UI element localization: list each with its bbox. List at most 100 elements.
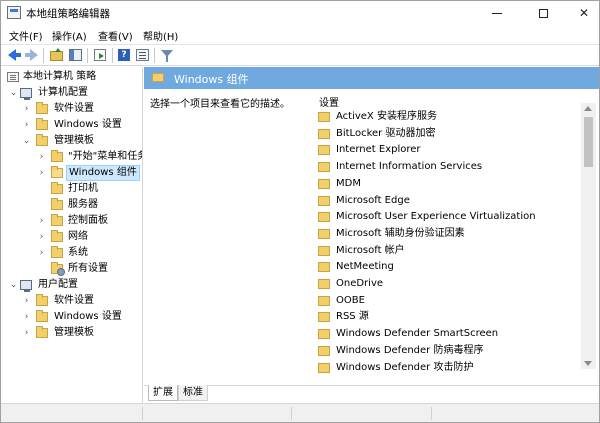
chevron-right-icon[interactable]: › (22, 293, 31, 309)
tree-item-user-config[interactable]: ⌄ 用户配置 (2, 277, 142, 293)
folder-icon (36, 326, 48, 338)
forward-button[interactable] (24, 48, 39, 62)
tab-extended[interactable]: 扩展 (148, 385, 178, 401)
chevron-right-icon[interactable]: › (22, 309, 31, 325)
scroll-down-icon[interactable] (584, 361, 592, 366)
vertical-scrollbar[interactable] (581, 103, 596, 369)
computer-icon (20, 88, 32, 100)
title-bar[interactable]: 本地组策略编辑器 ✕ (1, 1, 599, 25)
tree-item-label: Windows 组件 (66, 165, 140, 181)
show-tree-icon (69, 49, 82, 61)
tree-item-all-settings[interactable]: 所有设置 (2, 261, 142, 277)
list-item[interactable]: OneDrive (317, 276, 577, 292)
minimize-icon (492, 13, 502, 14)
tree-item-computer-config[interactable]: ⌄ 计算机配置 (2, 85, 142, 101)
forward-icon (25, 49, 38, 61)
list-item[interactable]: Internet Information Services (317, 159, 577, 175)
chevron-down-icon[interactable]: ⌄ (9, 277, 18, 293)
menu-view[interactable]: 查看(V) (98, 28, 133, 43)
folder-icon (51, 230, 63, 242)
scroll-up-icon[interactable] (584, 106, 592, 111)
chevron-right-icon[interactable]: › (22, 117, 31, 133)
help-button[interactable]: ? (117, 48, 132, 62)
show-hide-tree-button[interactable] (68, 48, 83, 62)
folder-icon (318, 128, 330, 139)
folder-icon (318, 279, 330, 289)
folder-icon (318, 228, 330, 239)
tree-item-user-software-settings[interactable]: › 软件设置 (2, 293, 142, 309)
list-item-label: Microsoft Edge (336, 194, 410, 206)
tree-item-local-policy[interactable]: 本地计算机 策略 (2, 69, 142, 85)
window-title: 本地组策略编辑器 (26, 8, 110, 20)
scrollbar-thumb[interactable] (584, 117, 593, 167)
status-divider (291, 407, 292, 420)
tree-item-label: 系统 (68, 247, 88, 258)
filter-button[interactable] (159, 48, 174, 62)
list-item[interactable]: Microsoft User Experience Virtualization (317, 209, 577, 225)
menu-bar: 文件(F) 操作(A) 查看(V) 帮助(H) (1, 26, 599, 44)
maximize-button[interactable] (523, 1, 563, 25)
list-item[interactable]: Windows Defender 防病毒程序 (317, 343, 577, 359)
export-list-button[interactable] (93, 48, 108, 62)
folder-icon (318, 178, 330, 189)
list-item[interactable]: RSS 源 (317, 309, 577, 325)
column-header-settings[interactable]: 设置 (319, 94, 339, 109)
chevron-right-icon[interactable]: › (37, 245, 46, 261)
menu-action[interactable]: 操作(A) (52, 28, 87, 43)
tree-item-windows-settings[interactable]: › Windows 设置 (2, 117, 142, 133)
chevron-right-icon[interactable]: › (22, 325, 31, 341)
tree-pane[interactable]: 本地计算机 策略 ⌄ 计算机配置 › 软件设置 › Windows 设置 ⌄ 管… (2, 67, 143, 403)
tree-item-server[interactable]: 服务器 (2, 197, 142, 213)
tree-item-user-windows-settings[interactable]: › Windows 设置 (2, 309, 142, 325)
list-item[interactable]: OOBE (317, 293, 577, 309)
tab-standard[interactable]: 标准 (178, 385, 208, 401)
tree-item-admin-templates[interactable]: ⌄ 管理模板 (2, 133, 142, 149)
list-item[interactable]: NetMeeting (317, 259, 577, 275)
list-item[interactable]: ActiveX 安装程序服务 (317, 109, 577, 125)
folder-icon (318, 329, 330, 340)
list-item[interactable]: Windows Defender 攻击防护 (317, 360, 577, 376)
list-item-label: BitLocker 驱动器加密 (336, 127, 436, 139)
list-item[interactable]: Microsoft 辅助身份验证因素 (317, 226, 577, 242)
tree-item-software-settings[interactable]: › 软件设置 (2, 101, 142, 117)
toolbar-separator (154, 48, 155, 63)
menu-help[interactable]: 帮助(H) (143, 28, 178, 43)
tree-item-windows-components[interactable]: › Windows 组件 (2, 165, 142, 181)
chevron-down-icon[interactable]: ⌄ (9, 85, 18, 101)
list-item[interactable]: MDM (317, 176, 577, 192)
properties-button[interactable] (135, 48, 150, 62)
list-item[interactable]: Microsoft 帐户 (317, 243, 577, 259)
tree-item-start-menu-taskbar[interactable]: › "开始"菜单和任务 (2, 149, 142, 165)
list-item[interactable]: Windows Defender SmartScreen (317, 326, 577, 342)
tree-item-system[interactable]: › 系统 (2, 245, 142, 261)
tree-item-label: 网络 (68, 231, 88, 242)
up-one-level-button[interactable] (49, 48, 64, 62)
list-item[interactable]: Microsoft Edge (317, 193, 577, 209)
back-button[interactable] (7, 48, 22, 62)
minimize-button[interactable] (477, 1, 517, 25)
settings-list[interactable]: 设置 ActiveX 安装程序服务 BitLocker 驱动器加密 Intern… (311, 89, 598, 376)
chevron-right-icon[interactable]: › (37, 229, 46, 245)
chevron-right-icon[interactable]: › (37, 149, 46, 165)
tree-item-user-admin-templates[interactable]: › 管理模板 (2, 325, 142, 341)
list-item[interactable]: BitLocker 驱动器加密 (317, 126, 577, 142)
list-item[interactable]: Internet Explorer (317, 142, 577, 158)
menu-file[interactable]: 文件(F) (9, 28, 43, 43)
tree-item-network[interactable]: › 网络 (2, 229, 142, 245)
folder-icon (318, 195, 330, 206)
tree-item-control-panel[interactable]: › 控制面板 (2, 213, 142, 229)
chevron-right-icon[interactable]: › (37, 165, 46, 181)
chevron-down-icon[interactable]: ⌄ (22, 133, 31, 149)
list-item-label: Internet Information Services (336, 161, 483, 173)
list-item-label: Windows Defender 防病毒程序 (336, 344, 484, 356)
folder-icon (318, 295, 330, 306)
tree-item-printers[interactable]: 打印机 (2, 181, 142, 197)
gpedit-window: 本地组策略编辑器 ✕ 文件(F) 操作(A) 查看(V) 帮助(H) ? 本地计… (0, 0, 600, 423)
close-button[interactable]: ✕ (564, 1, 600, 25)
toolbar-separator (112, 48, 113, 63)
chevron-right-icon[interactable]: › (37, 213, 46, 229)
policy-icon (7, 72, 19, 82)
chevron-right-icon[interactable]: › (22, 101, 31, 117)
folder-icon (51, 198, 63, 210)
toolbar: ? (1, 44, 599, 66)
